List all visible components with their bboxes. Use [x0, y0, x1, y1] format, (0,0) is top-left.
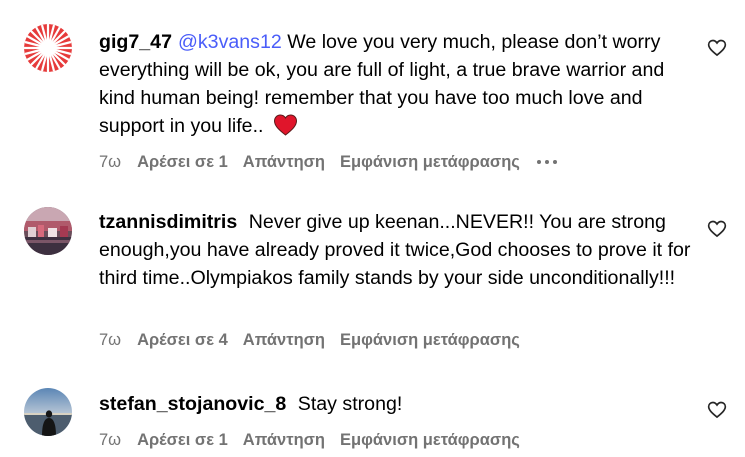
- comment-text: Stay strong!: [292, 393, 403, 415]
- comment-mention[interactable]: @k3vans12: [178, 31, 282, 53]
- comment-meta: 7ω Αρέσει σε 4 Απάντηση Εμφάνιση μετάφρασης: [99, 331, 535, 350]
- comment-time: 7ω: [99, 153, 122, 171]
- avatar-stefan-stojanovic-8[interactable]: [24, 388, 72, 436]
- like-button[interactable]: [707, 38, 727, 58]
- more-options-icon[interactable]: [536, 150, 561, 169]
- reply-button[interactable]: Απάντηση: [243, 331, 325, 349]
- avatar-tzannisdimitris[interactable]: [24, 207, 72, 255]
- reply-button[interactable]: Απάντηση: [243, 153, 325, 171]
- comment-body: tzannisdimitris Never give up keenan...N…: [99, 208, 693, 292]
- like-button[interactable]: [707, 219, 727, 239]
- avatar-gig7-47[interactable]: [24, 24, 72, 72]
- likes-count-link[interactable]: Αρέσει σε 4: [137, 331, 228, 349]
- comment-time: 7ω: [99, 331, 122, 349]
- likes-count-link[interactable]: Αρέσει σε 1: [137, 431, 228, 449]
- comment-meta: 7ω Αρέσει σε 1 Απάντηση Εμφάνιση μετάφρασης: [99, 431, 535, 450]
- likes-count-link[interactable]: Αρέσει σε 1: [137, 153, 228, 171]
- heart-outline-icon: [707, 401, 727, 419]
- see-translation-button[interactable]: Εμφάνιση μετάφρασης: [340, 153, 520, 171]
- comment-username[interactable]: tzannisdimitris: [99, 211, 237, 233]
- comment-body: gig7_47 @k3vans12 We love you very much, …: [99, 28, 693, 144]
- heart-outline-icon: [707, 220, 727, 238]
- comment-username[interactable]: gig7_47: [99, 31, 172, 53]
- see-translation-button[interactable]: Εμφάνιση μετάφρασης: [340, 331, 520, 349]
- comment-meta: 7ω Αρέσει σε 1 Απάντηση Εμφάνιση μετάφρασης: [99, 150, 576, 172]
- heart-outline-icon: [707, 39, 727, 57]
- like-button[interactable]: [707, 400, 727, 420]
- comment-time: 7ω: [99, 431, 122, 449]
- see-translation-button[interactable]: Εμφάνιση μετάφρασης: [340, 431, 520, 449]
- comment-username[interactable]: stefan_stojanovic_8: [99, 393, 286, 415]
- red-heart-emoji: [273, 114, 298, 144]
- reply-button[interactable]: Απάντηση: [243, 431, 325, 449]
- comment-body: stefan_stojanovic_8 Stay strong!: [99, 390, 693, 418]
